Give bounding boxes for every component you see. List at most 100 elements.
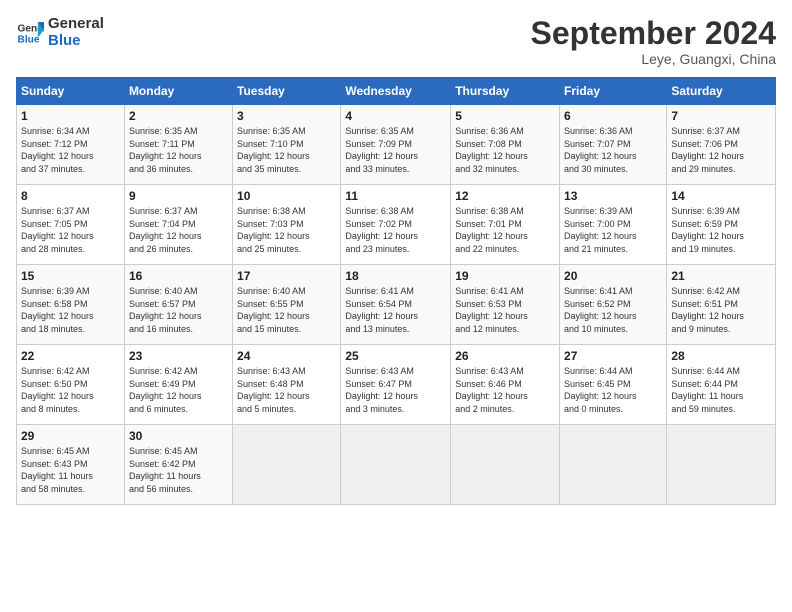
col-header-monday: Monday <box>124 78 232 105</box>
calendar-cell: 20 Sunrise: 6:41 AMSunset: 6:52 PMDaylig… <box>560 265 667 345</box>
day-info: Sunrise: 6:43 AMSunset: 6:46 PMDaylight:… <box>455 365 555 415</box>
calendar-cell: 27 Sunrise: 6:44 AMSunset: 6:45 PMDaylig… <box>560 345 667 425</box>
calendar-cell: 29 Sunrise: 6:45 AMSunset: 6:43 PMDaylig… <box>17 425 125 505</box>
location: Leye, Guangxi, China <box>531 51 776 67</box>
calendar-cell: 4 Sunrise: 6:35 AMSunset: 7:09 PMDayligh… <box>341 105 451 185</box>
day-info: Sunrise: 6:37 AMSunset: 7:05 PMDaylight:… <box>21 205 120 255</box>
generalblue-logo-icon: General Blue <box>16 19 44 47</box>
calendar-cell: 5 Sunrise: 6:36 AMSunset: 7:08 PMDayligh… <box>451 105 560 185</box>
calendar-week-4: 22 Sunrise: 6:42 AMSunset: 6:50 PMDaylig… <box>17 345 776 425</box>
day-number: 22 <box>21 349 120 363</box>
col-header-friday: Friday <box>560 78 667 105</box>
day-number: 12 <box>455 189 555 203</box>
calendar-cell: 3 Sunrise: 6:35 AMSunset: 7:10 PMDayligh… <box>233 105 341 185</box>
day-info: Sunrise: 6:38 AMSunset: 7:01 PMDaylight:… <box>455 205 555 255</box>
day-info: Sunrise: 6:44 AMSunset: 6:45 PMDaylight:… <box>564 365 662 415</box>
day-info: Sunrise: 6:35 AMSunset: 7:09 PMDaylight:… <box>345 125 446 175</box>
calendar-cell: 12 Sunrise: 6:38 AMSunset: 7:01 PMDaylig… <box>451 185 560 265</box>
title-block: September 2024 Leye, Guangxi, China <box>531 16 776 67</box>
calendar-cell <box>233 425 341 505</box>
day-number: 17 <box>237 269 336 283</box>
page: General Blue General Blue September 2024… <box>0 0 792 612</box>
day-number: 25 <box>345 349 446 363</box>
calendar-cell <box>560 425 667 505</box>
col-header-thursday: Thursday <box>451 78 560 105</box>
day-number: 4 <box>345 109 446 123</box>
day-number: 11 <box>345 189 446 203</box>
day-info: Sunrise: 6:37 AMSunset: 7:04 PMDaylight:… <box>129 205 228 255</box>
day-info: Sunrise: 6:42 AMSunset: 6:50 PMDaylight:… <box>21 365 120 415</box>
day-number: 13 <box>564 189 662 203</box>
calendar-cell: 18 Sunrise: 6:41 AMSunset: 6:54 PMDaylig… <box>341 265 451 345</box>
calendar-cell: 9 Sunrise: 6:37 AMSunset: 7:04 PMDayligh… <box>124 185 232 265</box>
day-number: 27 <box>564 349 662 363</box>
calendar-cell: 11 Sunrise: 6:38 AMSunset: 7:02 PMDaylig… <box>341 185 451 265</box>
day-info: Sunrise: 6:38 AMSunset: 7:02 PMDaylight:… <box>345 205 446 255</box>
day-number: 7 <box>671 109 771 123</box>
day-info: Sunrise: 6:43 AMSunset: 6:48 PMDaylight:… <box>237 365 336 415</box>
col-header-wednesday: Wednesday <box>341 78 451 105</box>
calendar-cell: 17 Sunrise: 6:40 AMSunset: 6:55 PMDaylig… <box>233 265 341 345</box>
day-number: 20 <box>564 269 662 283</box>
day-number: 29 <box>21 429 120 443</box>
day-info: Sunrise: 6:40 AMSunset: 6:55 PMDaylight:… <box>237 285 336 335</box>
calendar-cell <box>341 425 451 505</box>
calendar-header-row: SundayMondayTuesdayWednesdayThursdayFrid… <box>17 78 776 105</box>
day-number: 14 <box>671 189 771 203</box>
month-title: September 2024 <box>531 16 776 51</box>
calendar-cell: 16 Sunrise: 6:40 AMSunset: 6:57 PMDaylig… <box>124 265 232 345</box>
logo: General Blue General Blue <box>16 16 104 49</box>
day-info: Sunrise: 6:38 AMSunset: 7:03 PMDaylight:… <box>237 205 336 255</box>
day-number: 24 <box>237 349 336 363</box>
calendar-cell: 26 Sunrise: 6:43 AMSunset: 6:46 PMDaylig… <box>451 345 560 425</box>
svg-text:Blue: Blue <box>18 34 40 45</box>
day-number: 3 <box>237 109 336 123</box>
calendar-cell: 25 Sunrise: 6:43 AMSunset: 6:47 PMDaylig… <box>341 345 451 425</box>
day-info: Sunrise: 6:44 AMSunset: 6:44 PMDaylight:… <box>671 365 771 415</box>
calendar-cell: 1 Sunrise: 6:34 AMSunset: 7:12 PMDayligh… <box>17 105 125 185</box>
day-info: Sunrise: 6:39 AMSunset: 6:59 PMDaylight:… <box>671 205 771 255</box>
calendar-cell <box>451 425 560 505</box>
calendar-cell: 6 Sunrise: 6:36 AMSunset: 7:07 PMDayligh… <box>560 105 667 185</box>
day-number: 5 <box>455 109 555 123</box>
day-info: Sunrise: 6:39 AMSunset: 7:00 PMDaylight:… <box>564 205 662 255</box>
day-number: 9 <box>129 189 228 203</box>
day-info: Sunrise: 6:40 AMSunset: 6:57 PMDaylight:… <box>129 285 228 335</box>
day-number: 19 <box>455 269 555 283</box>
calendar-cell: 28 Sunrise: 6:44 AMSunset: 6:44 PMDaylig… <box>667 345 776 425</box>
col-header-tuesday: Tuesday <box>233 78 341 105</box>
calendar-cell: 15 Sunrise: 6:39 AMSunset: 6:58 PMDaylig… <box>17 265 125 345</box>
header: General Blue General Blue September 2024… <box>16 16 776 67</box>
calendar-week-3: 15 Sunrise: 6:39 AMSunset: 6:58 PMDaylig… <box>17 265 776 345</box>
day-number: 28 <box>671 349 771 363</box>
day-number: 15 <box>21 269 120 283</box>
col-header-saturday: Saturday <box>667 78 776 105</box>
day-number: 1 <box>21 109 120 123</box>
day-info: Sunrise: 6:34 AMSunset: 7:12 PMDaylight:… <box>21 125 120 175</box>
day-number: 2 <box>129 109 228 123</box>
day-info: Sunrise: 6:35 AMSunset: 7:10 PMDaylight:… <box>237 125 336 175</box>
col-header-sunday: Sunday <box>17 78 125 105</box>
calendar-cell: 21 Sunrise: 6:42 AMSunset: 6:51 PMDaylig… <box>667 265 776 345</box>
logo-blue: Blue <box>48 33 104 50</box>
day-number: 6 <box>564 109 662 123</box>
day-info: Sunrise: 6:42 AMSunset: 6:51 PMDaylight:… <box>671 285 771 335</box>
day-info: Sunrise: 6:39 AMSunset: 6:58 PMDaylight:… <box>21 285 120 335</box>
calendar-cell: 14 Sunrise: 6:39 AMSunset: 6:59 PMDaylig… <box>667 185 776 265</box>
calendar-table: SundayMondayTuesdayWednesdayThursdayFrid… <box>16 77 776 505</box>
day-info: Sunrise: 6:36 AMSunset: 7:07 PMDaylight:… <box>564 125 662 175</box>
day-info: Sunrise: 6:43 AMSunset: 6:47 PMDaylight:… <box>345 365 446 415</box>
calendar-cell: 19 Sunrise: 6:41 AMSunset: 6:53 PMDaylig… <box>451 265 560 345</box>
day-number: 26 <box>455 349 555 363</box>
day-info: Sunrise: 6:37 AMSunset: 7:06 PMDaylight:… <box>671 125 771 175</box>
day-info: Sunrise: 6:45 AMSunset: 6:43 PMDaylight:… <box>21 445 120 495</box>
calendar-cell: 7 Sunrise: 6:37 AMSunset: 7:06 PMDayligh… <box>667 105 776 185</box>
calendar-cell: 30 Sunrise: 6:45 AMSunset: 6:42 PMDaylig… <box>124 425 232 505</box>
day-number: 23 <box>129 349 228 363</box>
calendar-cell: 24 Sunrise: 6:43 AMSunset: 6:48 PMDaylig… <box>233 345 341 425</box>
calendar-week-1: 1 Sunrise: 6:34 AMSunset: 7:12 PMDayligh… <box>17 105 776 185</box>
calendar-cell: 2 Sunrise: 6:35 AMSunset: 7:11 PMDayligh… <box>124 105 232 185</box>
calendar-cell: 10 Sunrise: 6:38 AMSunset: 7:03 PMDaylig… <box>233 185 341 265</box>
calendar-cell <box>667 425 776 505</box>
calendar-body: 1 Sunrise: 6:34 AMSunset: 7:12 PMDayligh… <box>17 105 776 505</box>
